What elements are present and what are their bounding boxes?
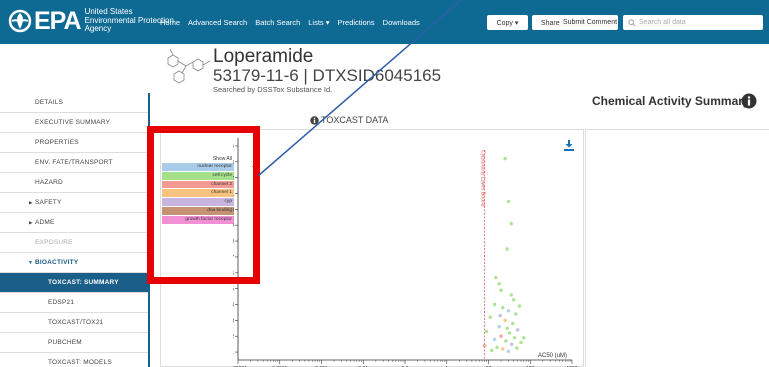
data-point [515,346,519,350]
data-point [482,344,487,348]
agency-short: EPA [34,6,82,35]
data-point [503,318,507,323]
data-point [509,221,513,226]
search-input[interactable]: Search all data [623,15,763,30]
sidebar-item-exposure[interactable]: EXPOSURE [0,233,148,253]
sidebar-item-executive-summary[interactable]: EXECUTIVE SUMMARY [0,113,148,133]
sidebar-item-edsp21[interactable]: EDSP21 [0,293,148,313]
sidebar-item-properties[interactable]: PROPERTIES [0,133,148,153]
data-point [515,328,520,332]
page: EPA United States Environmental Protecti… [0,0,769,367]
x-axis-label: AC50 (uM) [538,353,567,359]
nav-home[interactable]: Home [160,18,180,27]
data-point [506,309,511,313]
data-point [511,321,515,326]
data-point [499,334,503,338]
data-point [509,293,513,297]
y-tick-label: 3 [233,318,234,324]
chemical-name: Loperamide [213,46,314,67]
data-point [495,345,499,350]
highlight-frame [147,126,260,284]
data-point [492,302,497,307]
data-point [484,329,489,334]
info-icon[interactable] [310,115,319,125]
data-point [501,347,505,351]
data-point [504,339,508,343]
data-point [517,304,522,308]
searched-by-note: Searched by DSSTox Substance Id. [213,85,333,94]
nav-lists[interactable]: Lists ▾ [308,18,329,27]
activity-summary-panel [585,129,769,367]
data-point [497,282,501,286]
data-point [512,336,517,340]
submit-comment-button[interactable]: Submit Comment [562,15,618,30]
toxcast-scatter-plot: 12345678910111213140.000010.00010.0010.0… [233,138,578,367]
sidebar: DETAILS EXECUTIVE SUMMARY PROPERTIES ENV… [0,93,148,367]
data-point [498,313,502,318]
sidebar-item-env-fate[interactable]: ENV. FATE/TRANSPORT [0,153,148,173]
sidebar-item-toxcast-models[interactable]: TOXCAST: MODELS [0,353,148,367]
info-icon[interactable] [741,93,757,109]
data-point [501,305,505,310]
main-nav: Home Advanced Search Batch Search Lists … [160,18,420,27]
data-point [499,288,503,292]
y-tick-label: 4 [233,303,234,309]
y-tick-label: 2 [233,334,234,340]
copy-button[interactable]: Copy ▾ [487,15,528,30]
data-point [494,275,498,280]
chemical-identifiers: 53179-11-6 | DTXSID6045165 [213,66,442,85]
toxcast-data-heading: TOXCAST DATA [310,115,388,125]
sidebar-item-bioactivity[interactable]: BIOACTIVITY [0,253,148,273]
data-point [505,326,509,330]
nav-advanced-search[interactable]: Advanced Search [188,18,247,27]
search-placeholder: Search all data [639,19,686,26]
search-icon [628,18,636,27]
sidebar-item-pubchem[interactable]: PUBCHEM [0,333,148,353]
chemical-activity-summary-title: Chemical Activity Summary [592,94,750,108]
data-point [519,340,523,345]
data-point [506,199,511,204]
data-point [511,298,516,302]
data-point [503,156,507,161]
sidebar-item-safety[interactable]: SAFETY [0,193,148,213]
data-point [510,342,514,346]
nav-predictions[interactable]: Predictions [338,18,375,27]
data-point [492,337,497,342]
nav-batch-search[interactable]: Batch Search [255,18,300,27]
sidebar-item-hazard[interactable]: HAZARD [0,173,148,193]
toxcast-data-title: TOXCAST DATA [321,115,389,125]
data-point [488,315,492,319]
epa-flower-icon [8,9,32,32]
data-point [490,348,494,353]
cytotoxicity-label: Cytotoxicity Lower Bound [479,150,485,207]
data-point [505,247,509,251]
data-point [506,349,511,353]
epa-logo[interactable]: EPA United States Environmental Protecti… [8,6,175,35]
sidebar-item-details[interactable]: DETAILS [0,93,148,113]
data-point [497,325,501,329]
sidebar-item-toxcast-summary[interactable]: TOXCAST: SUMMARY [0,273,148,293]
sidebar-item-adme[interactable]: ADME [0,213,148,233]
y-tick-label: 5 [233,287,234,293]
data-point [507,331,512,335]
y-tick-label: 1 [233,350,234,356]
chemical-structure-image[interactable] [160,44,212,94]
data-point [522,336,526,340]
nav-downloads[interactable]: Downloads [383,18,420,27]
sidebar-item-toxcast-tox21[interactable]: TOXCAST/TOX21 [0,313,148,333]
top-nav-bar: EPA United States Environmental Protecti… [0,0,769,44]
data-point [514,312,518,316]
